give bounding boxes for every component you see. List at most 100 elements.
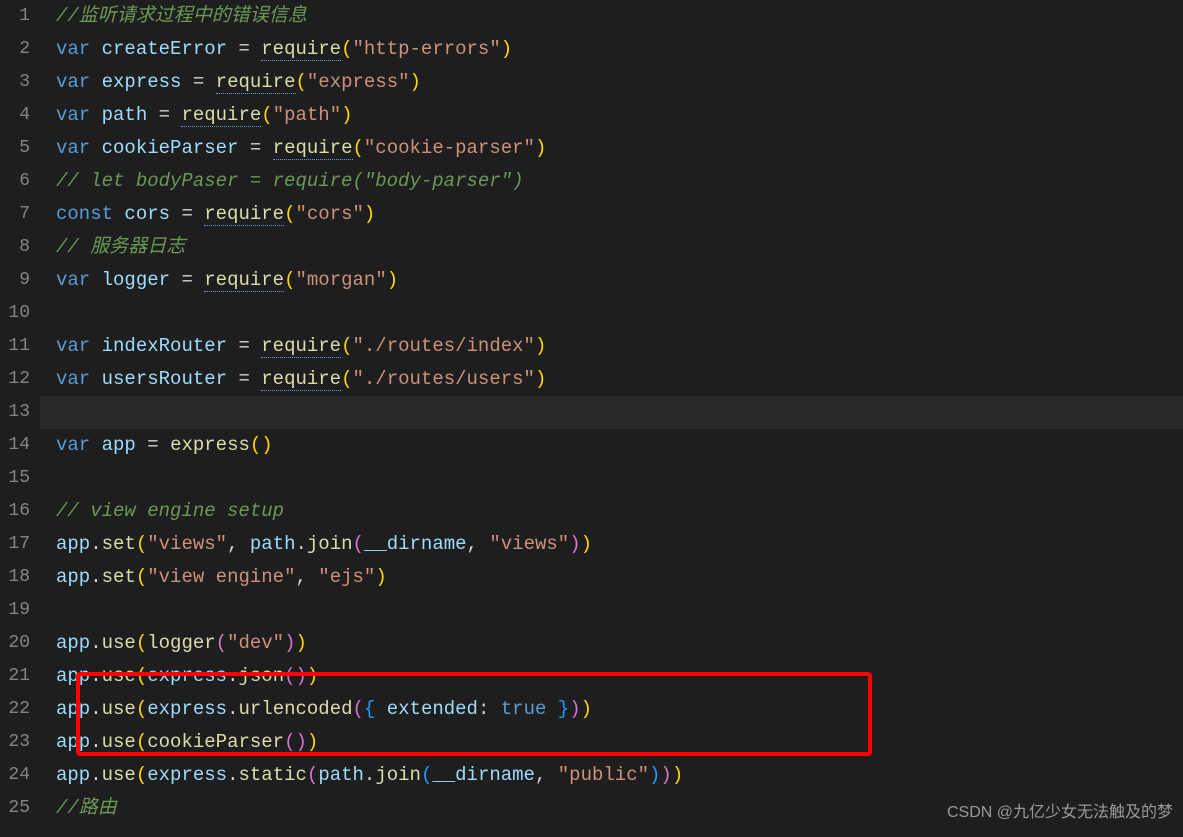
token-delim-y: ) xyxy=(341,104,352,126)
line-number: 25 xyxy=(0,792,30,825)
token-var: express xyxy=(102,71,182,93)
token-delim-y: ( xyxy=(136,665,147,687)
token-func: require xyxy=(261,368,341,391)
token-delim-y: ) xyxy=(501,38,512,60)
token-keyword: var xyxy=(56,434,90,456)
line-number: 16 xyxy=(0,495,30,528)
code-line[interactable]: var createError = require("http-errors") xyxy=(40,33,1183,66)
code-line[interactable]: const cors = require("cors") xyxy=(40,198,1183,231)
token-func: use xyxy=(102,698,136,720)
token-delim-y: ( xyxy=(284,269,295,291)
token-op: = xyxy=(238,38,249,60)
code-line[interactable]: var app = express() xyxy=(40,429,1183,462)
code-line[interactable]: var cookieParser = require("cookie-parse… xyxy=(40,132,1183,165)
token-var: path xyxy=(250,533,296,555)
token-delim-y: ) xyxy=(535,335,546,357)
token-var: __dirname xyxy=(364,533,467,555)
code-line[interactable] xyxy=(40,297,1183,330)
code-line[interactable]: //监听请求过程中的错误信息 xyxy=(40,0,1183,33)
token-delim-y: ) xyxy=(307,665,318,687)
token-delim-y: ( xyxy=(136,764,147,786)
line-number: 17 xyxy=(0,528,30,561)
code-area[interactable]: //监听请求过程中的错误信息var createError = require(… xyxy=(40,0,1183,837)
code-line[interactable]: var express = require("express") xyxy=(40,66,1183,99)
token-string: "path" xyxy=(273,104,341,126)
code-line[interactable]: var path = require("path") xyxy=(40,99,1183,132)
token-delim-p: ( xyxy=(307,764,318,786)
token-var: path xyxy=(318,764,364,786)
token-delim-p: ) xyxy=(569,698,580,720)
token-delim-p: ) xyxy=(295,731,306,753)
code-line[interactable]: app.use(express.json()) xyxy=(40,660,1183,693)
token-delim-p: ) xyxy=(660,764,671,786)
token-delim-p: ) xyxy=(284,632,295,654)
token-string: "views" xyxy=(147,533,227,555)
code-line[interactable]: app.use(logger("dev")) xyxy=(40,627,1183,660)
token-string: "express" xyxy=(307,71,410,93)
code-line[interactable]: // view engine setup xyxy=(40,495,1183,528)
token-op: = xyxy=(238,335,249,357)
token-delim-y: ( xyxy=(250,434,261,456)
token-op: = xyxy=(250,137,261,159)
token-keyword: var xyxy=(56,269,90,291)
token-func: use xyxy=(102,632,136,654)
code-line[interactable] xyxy=(40,462,1183,495)
token-delim-p: ( xyxy=(353,533,364,555)
token-bool: true xyxy=(501,698,547,720)
token-func: use xyxy=(102,665,136,687)
token-func: set xyxy=(102,533,136,555)
token-op: = xyxy=(193,71,204,93)
code-line[interactable]: app.use(express.static(path.join(__dirna… xyxy=(40,759,1183,792)
token-func: require xyxy=(261,38,341,61)
token-op: , xyxy=(295,566,318,588)
token-delim-y: ) xyxy=(307,731,318,753)
code-line[interactable]: app.use(express.urlencoded({ extended: t… xyxy=(40,693,1183,726)
code-line[interactable]: var indexRouter = require("./routes/inde… xyxy=(40,330,1183,363)
line-number: 6 xyxy=(0,165,30,198)
token-func: require xyxy=(181,104,261,127)
token-delim-y: ( xyxy=(353,137,364,159)
token-keyword: var xyxy=(56,104,90,126)
token-op: . xyxy=(90,533,101,555)
token-var: logger xyxy=(102,269,170,291)
token-var: extended xyxy=(387,698,478,720)
line-number: 18 xyxy=(0,561,30,594)
code-line[interactable]: app.set("view engine", "ejs") xyxy=(40,561,1183,594)
line-number: 5 xyxy=(0,132,30,165)
token-delim-b: } xyxy=(558,698,569,720)
token-op: : xyxy=(478,698,489,720)
token-string: "cors" xyxy=(295,203,363,225)
token-op: = xyxy=(181,269,192,291)
code-line[interactable]: // 服务器日志 xyxy=(40,231,1183,264)
token-delim-b: { xyxy=(364,698,375,720)
line-number: 20 xyxy=(0,627,30,660)
code-line[interactable]: app.use(cookieParser()) xyxy=(40,726,1183,759)
line-number-gutter: 1234567891011121314151617181920212223242… xyxy=(0,0,40,837)
token-delim-y: ) xyxy=(296,632,307,654)
token-string: "http-errors" xyxy=(353,38,501,60)
code-line[interactable]: var logger = require("morgan") xyxy=(40,264,1183,297)
code-line[interactable]: var usersRouter = require("./routes/user… xyxy=(40,363,1183,396)
code-line[interactable]: app.set("views", path.join(__dirname, "v… xyxy=(40,528,1183,561)
token-op: . xyxy=(90,566,101,588)
token-delim-y: ( xyxy=(136,533,147,555)
token-keyword: const xyxy=(56,203,113,225)
token-var: express xyxy=(147,665,227,687)
token-keyword: var xyxy=(56,335,90,357)
line-number: 21 xyxy=(0,660,30,693)
token-string: "dev" xyxy=(227,632,284,654)
token-comment: // view engine setup xyxy=(56,500,284,522)
token-op: = xyxy=(147,434,158,456)
token-func: logger xyxy=(147,632,215,654)
token-op: , xyxy=(535,764,558,786)
token-var: app xyxy=(56,698,90,720)
code-editor[interactable]: 1234567891011121314151617181920212223242… xyxy=(0,0,1183,837)
code-line[interactable]: // let bodyPaser = require("body-parser"… xyxy=(40,165,1183,198)
token-string: "ejs" xyxy=(318,566,375,588)
token-op: = xyxy=(238,368,249,390)
token-string: "./routes/users" xyxy=(353,368,535,390)
code-line[interactable] xyxy=(40,396,1183,429)
code-line[interactable] xyxy=(40,594,1183,627)
token-func: require xyxy=(261,335,341,358)
line-number: 23 xyxy=(0,726,30,759)
